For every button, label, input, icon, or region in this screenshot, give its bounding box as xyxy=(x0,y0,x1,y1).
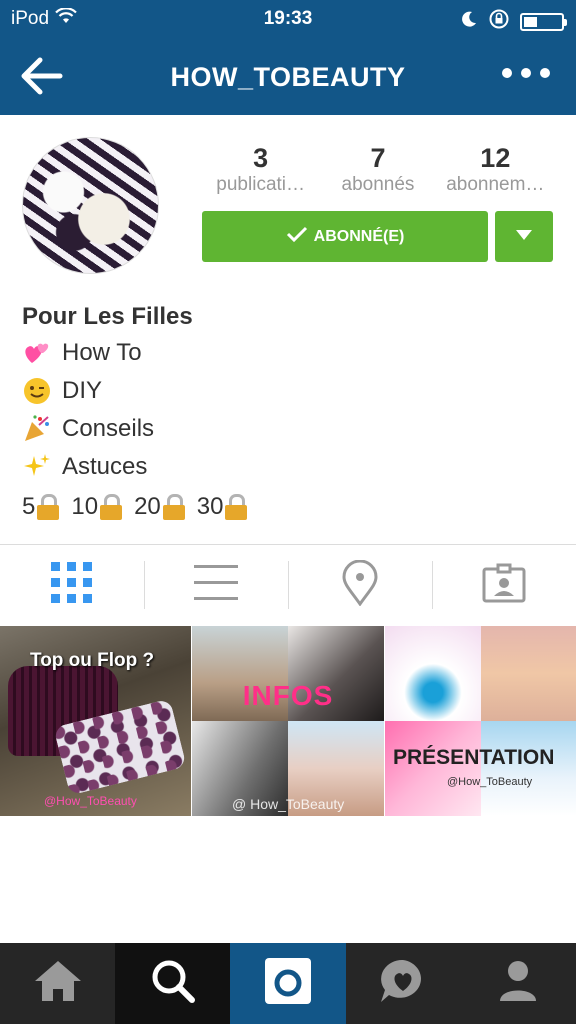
nav-camera[interactable] xyxy=(230,943,346,1024)
stat-posts-label: publicati… xyxy=(216,174,306,195)
post-credit-overlay: @ How_ToBeauty xyxy=(232,796,345,812)
status-bar: iPod 19:33 xyxy=(0,0,576,38)
stat-followers-count: 7 xyxy=(370,143,386,173)
post-grid: Top ou Flop ? @How_ToBeauty INFOS @ How_… xyxy=(0,626,576,816)
tagged-icon xyxy=(482,563,526,608)
battery-icon xyxy=(520,13,567,31)
grid-icon xyxy=(51,561,93,609)
nav-activity[interactable] xyxy=(346,943,461,1024)
lock-icon xyxy=(162,494,185,520)
post-image-detail xyxy=(385,626,481,721)
following-button-label: ABONNÉ(E) xyxy=(313,227,405,245)
profile-stats: 3 publicati… 7 abonnés 12 abonnem… xyxy=(202,143,554,197)
moon-icon xyxy=(460,10,478,34)
post-thumbnail[interactable]: PRÉSENTATION @How_ToBeauty xyxy=(385,626,576,816)
activity-icon xyxy=(379,958,427,1009)
post-thumbnail[interactable]: INFOS @ How_ToBeauty xyxy=(192,626,384,816)
bottom-tab-bar xyxy=(0,943,576,1024)
top-bar: iPod 19:33 HOW_TOBEAUTY xyxy=(0,0,576,115)
bio-line: DIY xyxy=(22,372,562,410)
search-icon xyxy=(150,958,196,1009)
bio-line-text: Astuces xyxy=(62,453,148,480)
status-right xyxy=(460,8,567,36)
post-caption-overlay: INFOS xyxy=(242,680,334,711)
profile-bio: Pour Les Filles How To DIY Conseils Astu… xyxy=(22,300,562,526)
bio-line-text: DIY xyxy=(62,377,103,404)
stat-following[interactable]: 12 abonnem… xyxy=(437,143,554,197)
lock-icon xyxy=(37,494,60,520)
suggestions-dropdown-button[interactable] xyxy=(495,211,553,262)
post-caption-overlay: Top ou Flop ? xyxy=(30,650,155,671)
profile-view-tabs xyxy=(0,545,576,625)
nav-home[interactable] xyxy=(0,943,115,1024)
checkmark-icon xyxy=(286,225,308,248)
hearts-emoji-icon xyxy=(22,338,52,368)
tab-grid[interactable] xyxy=(0,545,144,625)
avatar[interactable] xyxy=(22,137,159,274)
camera-icon xyxy=(264,957,312,1010)
stat-posts-count: 3 xyxy=(253,143,269,173)
lock-item: 10 xyxy=(71,488,123,526)
stat-following-label: abonnem… xyxy=(446,174,545,195)
bio-line-text: How To xyxy=(62,339,142,366)
post-thumbnail[interactable]: Top ou Flop ? @How_ToBeauty xyxy=(0,626,191,816)
post-credit-overlay: @How_ToBeauty xyxy=(447,776,533,788)
tab-tagged[interactable] xyxy=(432,545,576,625)
bio-line-text: Conseils xyxy=(62,415,155,442)
rotation-lock-icon xyxy=(488,8,510,36)
sparkles-icon xyxy=(22,452,52,482)
nav-search[interactable] xyxy=(115,943,231,1024)
location-icon xyxy=(342,559,378,611)
bio-lock-line: 5 10 20 30 xyxy=(22,488,562,526)
more-dots-icon[interactable] xyxy=(502,68,550,78)
profile-username-title: HOW_TOBEAUTY xyxy=(170,62,406,92)
bio-line: How To xyxy=(22,334,562,372)
stat-following-count: 12 xyxy=(480,143,511,173)
home-icon xyxy=(33,959,83,1008)
list-icon xyxy=(194,564,238,606)
winking-face-icon xyxy=(22,376,52,406)
lock-number: 5 xyxy=(22,493,36,520)
bio-line: Conseils xyxy=(22,410,562,448)
stat-posts[interactable]: 3 publicati… xyxy=(202,143,319,197)
lock-icon xyxy=(225,494,248,520)
post-image-detail xyxy=(481,626,576,721)
tab-list[interactable] xyxy=(144,545,288,625)
battery-fill xyxy=(524,17,537,27)
profile-icon xyxy=(498,959,538,1008)
stat-followers[interactable]: 7 abonnés xyxy=(319,143,436,197)
bio-line: Astuces xyxy=(22,448,562,486)
nav-bar: HOW_TOBEAUTY xyxy=(0,38,576,115)
post-credit-overlay: @How_ToBeauty xyxy=(44,794,137,808)
lock-number: 20 xyxy=(134,493,161,520)
lock-item: 30 xyxy=(197,488,248,526)
nav-profile[interactable] xyxy=(461,943,576,1024)
following-button[interactable]: ABONNÉ(E) xyxy=(202,211,488,262)
triangle-down-icon xyxy=(515,228,533,246)
lock-number: 30 xyxy=(196,493,224,520)
lock-item: 5 xyxy=(22,488,60,526)
lock-number: 10 xyxy=(71,493,99,520)
post-caption-overlay: PRÉSENTATION xyxy=(393,746,555,769)
tab-location[interactable] xyxy=(288,545,432,625)
party-popper-icon xyxy=(22,414,52,444)
stat-followers-label: abonnés xyxy=(341,174,415,195)
bio-name: Pour Les Filles xyxy=(22,303,193,330)
lock-icon xyxy=(100,494,123,520)
lock-item: 20 xyxy=(134,488,185,526)
